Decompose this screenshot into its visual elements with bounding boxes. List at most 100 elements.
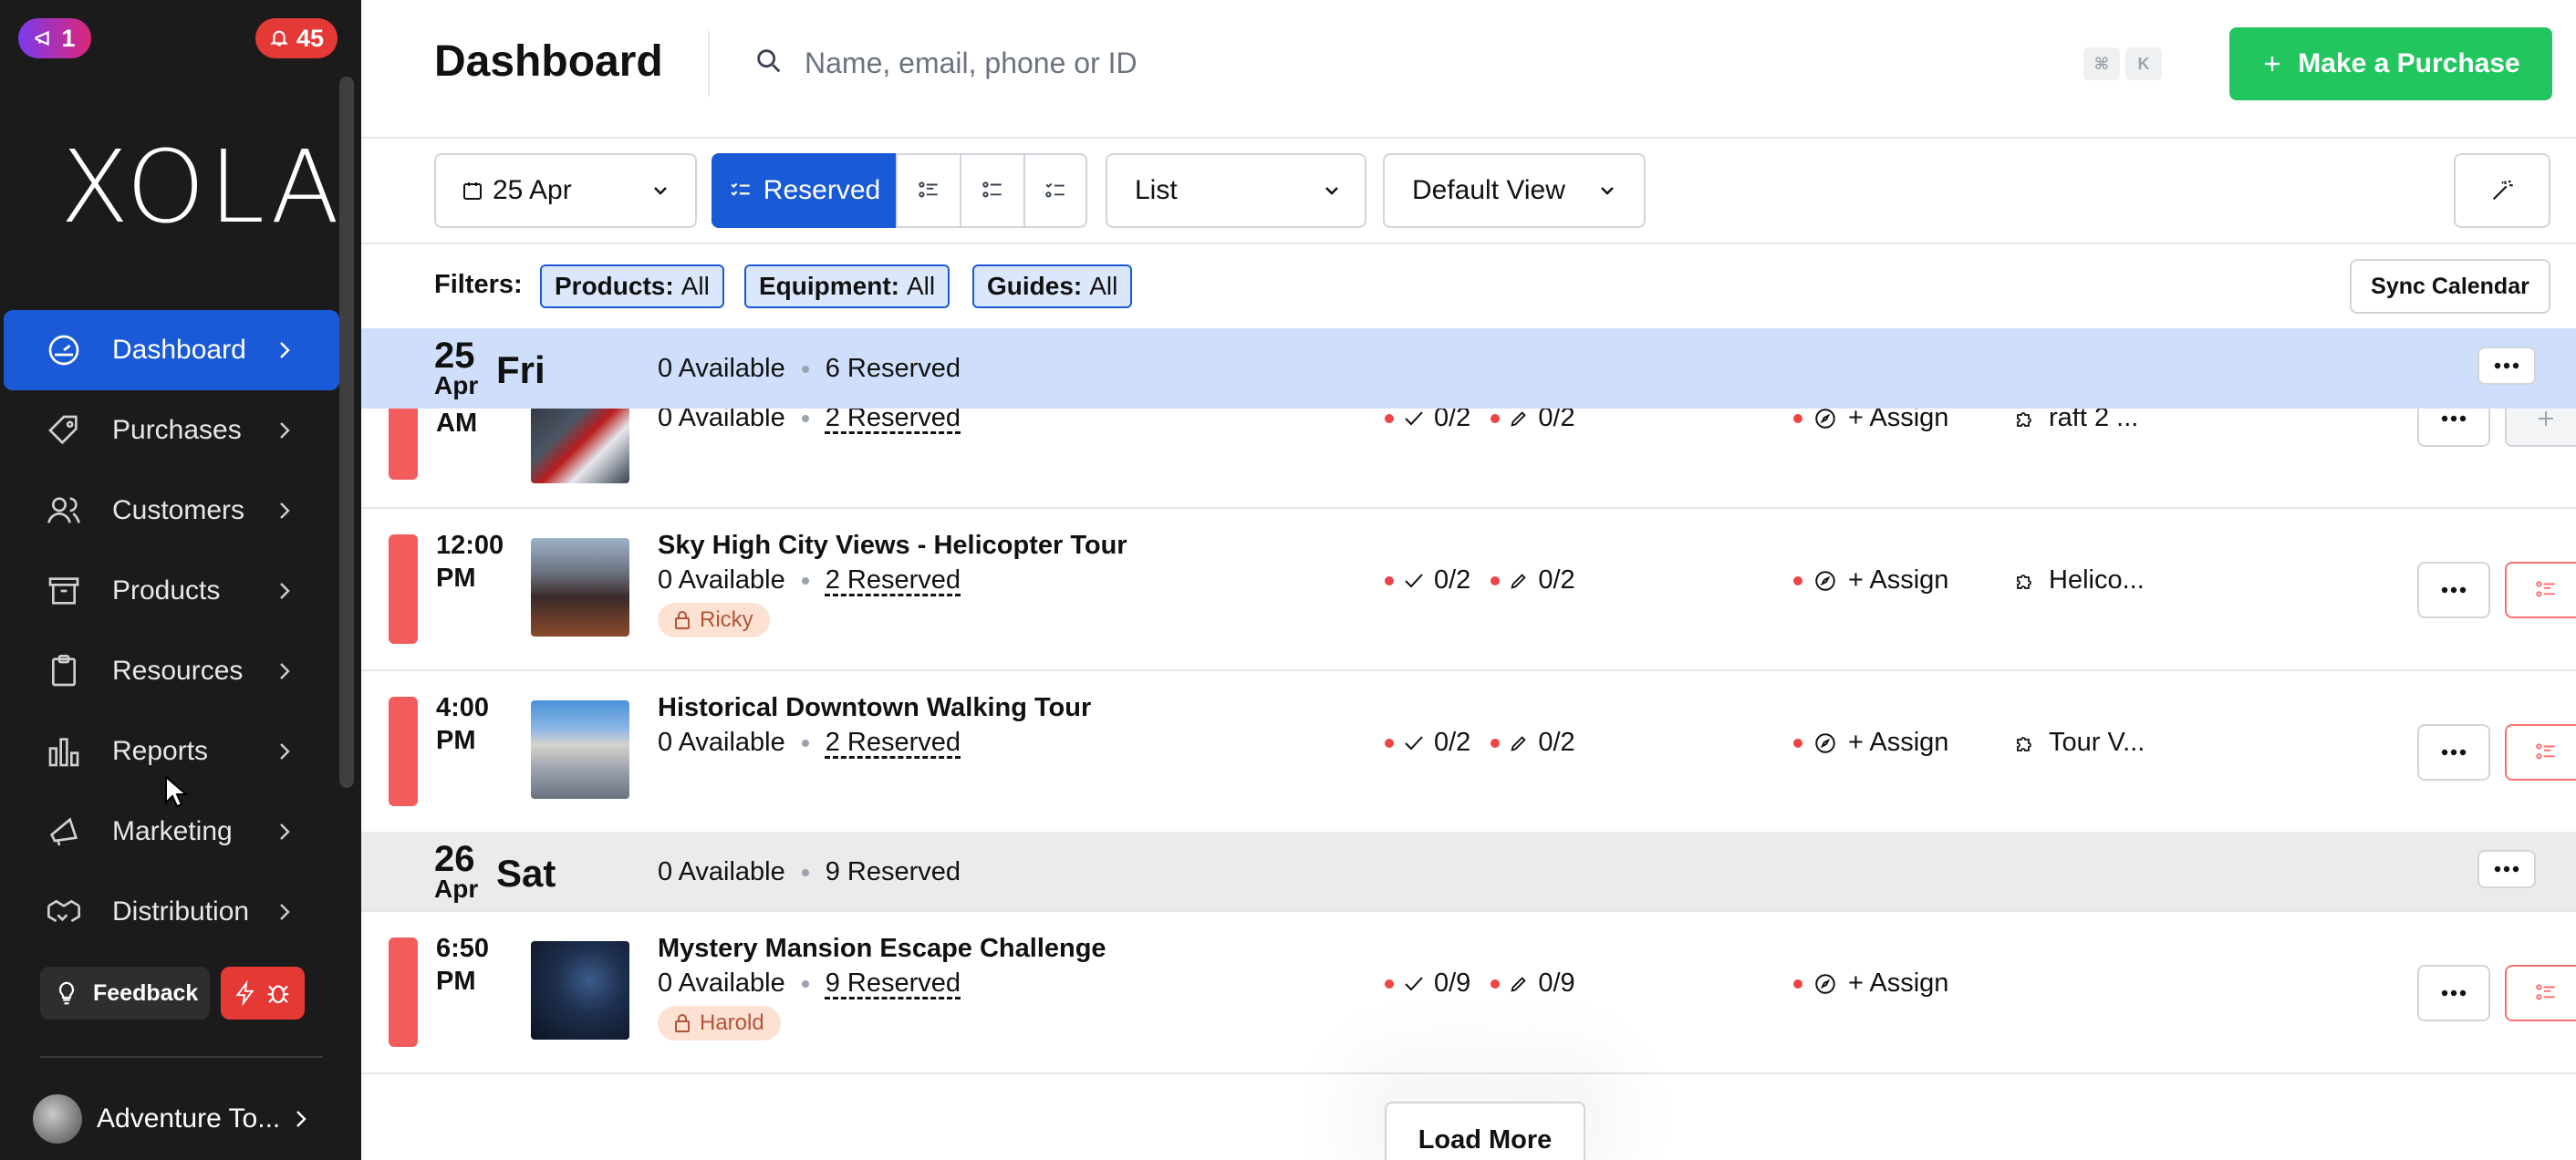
- day-reserved: 6 Reserved: [825, 354, 961, 383]
- saved-view-select[interactable]: Default View: [1383, 153, 1646, 228]
- promo-count: 1: [61, 24, 76, 52]
- checkin-counters: 0/9 0/9: [1385, 968, 1575, 999]
- filter-chip-products[interactable]: Products: All: [540, 264, 724, 308]
- account-switcher[interactable]: Adventure To...: [33, 1094, 307, 1144]
- toolbar: 25 Apr Reserved List Default View: [361, 139, 2576, 244]
- sidebar-item-resources[interactable]: Resources: [4, 631, 339, 711]
- guide-tag[interactable]: Ricky: [658, 603, 770, 637]
- event-more-button[interactable]: [2417, 562, 2490, 618]
- list-circle-icon: [982, 181, 1002, 198]
- event-title[interactable]: Historical Downtown Walking Tour: [658, 693, 1091, 723]
- shortcut-key-k: K: [2125, 47, 2162, 80]
- filter-chip-guides[interactable]: Guides: All: [972, 264, 1133, 308]
- lock-icon: [675, 611, 690, 629]
- sidebar-item-label: Marketing: [112, 816, 233, 846]
- day-available: 0 Available: [658, 857, 785, 886]
- event-more-button[interactable]: [2417, 724, 2490, 781]
- equipment-assignment[interactable]: Tour V...: [2014, 728, 2145, 758]
- filter-option-2[interactable]: [896, 153, 961, 228]
- chevron-right-icon: [296, 1111, 306, 1127]
- search-input[interactable]: [805, 33, 1498, 93]
- users-icon: [46, 492, 82, 529]
- archive-box-icon: [46, 573, 82, 609]
- event-row[interactable]: 12:00 PM Sky High City Views - Helicopter…: [361, 509, 2576, 671]
- filter-option-4[interactable]: [1023, 153, 1087, 228]
- date-picker[interactable]: 25 Apr: [434, 153, 697, 228]
- check-icon: [1405, 735, 1423, 750]
- saved-view-value: Default View: [1412, 175, 1565, 205]
- view-mode-value: List: [1135, 175, 1178, 205]
- chevron-down-icon: [1325, 187, 1338, 195]
- magic-wand-button[interactable]: [2454, 153, 2550, 228]
- reserved-link[interactable]: 2 Reserved: [826, 565, 961, 595]
- notifications-badge[interactable]: 45: [255, 18, 338, 58]
- sidebar-item-distribution[interactable]: Distribution: [4, 872, 339, 952]
- event-time: 6:50 PM: [436, 934, 490, 996]
- reserved-link[interactable]: 2 Reserved: [826, 728, 961, 757]
- promo-badge[interactable]: 1: [18, 18, 91, 58]
- compass-icon: [1815, 973, 1835, 994]
- clipboard-icon: [46, 653, 82, 689]
- sidebar-item-label: Resources: [112, 656, 244, 686]
- guide-tag[interactable]: Harold: [658, 1006, 781, 1041]
- checked-in-count: 0/2: [1434, 565, 1471, 595]
- sidebar-scrollbar[interactable]: [339, 77, 354, 788]
- make-purchase-button[interactable]: Make a Purchase: [2229, 27, 2552, 100]
- event-row[interactable]: AM 0 Available 2 Reserved 0/2 0/2 + Assig…: [361, 385, 2576, 509]
- filter-option-3[interactable]: [960, 153, 1025, 228]
- manifest-button[interactable]: [2505, 724, 2576, 781]
- assign-guide-button[interactable]: + Assign: [1793, 565, 1948, 596]
- day-weekday: Sat: [496, 852, 556, 895]
- sidebar-item-customers[interactable]: Customers: [4, 471, 339, 551]
- status-indicator: [389, 534, 418, 644]
- day-month: Apr: [434, 371, 479, 399]
- xola-logo[interactable]: XOLA: [60, 137, 343, 237]
- sidebar-item-dashboard[interactable]: Dashboard: [4, 310, 339, 390]
- available-count: 0 Available: [658, 565, 785, 595]
- megaphone-icon: [36, 30, 50, 47]
- event-row[interactable]: 6:50 PM Mystery Mansion Escape Challenge …: [361, 912, 2576, 1074]
- filters-bar: Filters: Products: All Equipment: All Gu…: [361, 244, 2576, 328]
- assign-guide-button[interactable]: + Assign: [1793, 968, 1948, 999]
- day-more-button[interactable]: [2477, 850, 2536, 888]
- feedback-button[interactable]: Feedback: [40, 967, 210, 1020]
- guide-name: Ricky: [700, 607, 753, 632]
- compass-icon: [1815, 570, 1835, 591]
- day-number: 26: [434, 839, 475, 879]
- equipment-assignment[interactable]: Helico...: [2014, 565, 2145, 596]
- filter-chip-equipment[interactable]: Equipment: All: [744, 264, 950, 308]
- sidebar: 1 45 XOLA Dashboard Purchases Customers …: [0, 0, 361, 1160]
- status-indicator: [389, 697, 418, 806]
- event-title[interactable]: Sky High City Views - Helicopter Tour: [658, 531, 1127, 561]
- checklist-icon: [2536, 984, 2555, 1000]
- sidebar-item-products[interactable]: Products: [4, 551, 339, 631]
- manifest-button[interactable]: [2505, 965, 2576, 1021]
- assign-guide-button[interactable]: + Assign: [1793, 728, 1948, 758]
- ellipsis-icon: [2441, 989, 2467, 997]
- waivers-count: 0/2: [1538, 728, 1575, 757]
- report-bug-button[interactable]: [221, 967, 305, 1020]
- sidebar-divider: [40, 1056, 323, 1058]
- event-title[interactable]: Mystery Mansion Escape Challenge: [658, 934, 1106, 964]
- day-more-button[interactable]: [2477, 347, 2536, 385]
- sidebar-item-purchases[interactable]: Purchases: [4, 390, 339, 471]
- lightbulb-icon: [58, 981, 75, 1005]
- event-more-button[interactable]: [2417, 965, 2490, 1021]
- lightning-icon: [235, 979, 254, 1007]
- sidebar-item-label: Distribution: [112, 896, 250, 927]
- view-mode-select[interactable]: List: [1106, 153, 1366, 228]
- sync-calendar-button[interactable]: Sync Calendar: [2350, 259, 2550, 314]
- reserved-label: Reserved: [763, 175, 881, 205]
- day-reserved: 9 Reserved: [825, 857, 961, 886]
- reserved-filter-button[interactable]: Reserved: [712, 153, 898, 228]
- feedback-label: Feedback: [93, 979, 199, 1006]
- schedule-list: AM 0 Available 2 Reserved 0/2 0/2 + Assig…: [361, 328, 2576, 1160]
- chevron-down-icon: [654, 187, 667, 195]
- event-row[interactable]: 4:00 PM Historical Downtown Walking Tour …: [361, 671, 2576, 834]
- load-more-button[interactable]: Load More: [1385, 1102, 1585, 1160]
- manifest-button[interactable]: [2505, 562, 2576, 618]
- tag-icon: [46, 412, 82, 449]
- top-header: Dashboard ⌘ K Make a Purchase: [361, 0, 2576, 139]
- reserved-link[interactable]: 9 Reserved: [826, 968, 961, 998]
- day-header: 26 Apr Sat 0 Available 9 Reserved: [361, 832, 2576, 912]
